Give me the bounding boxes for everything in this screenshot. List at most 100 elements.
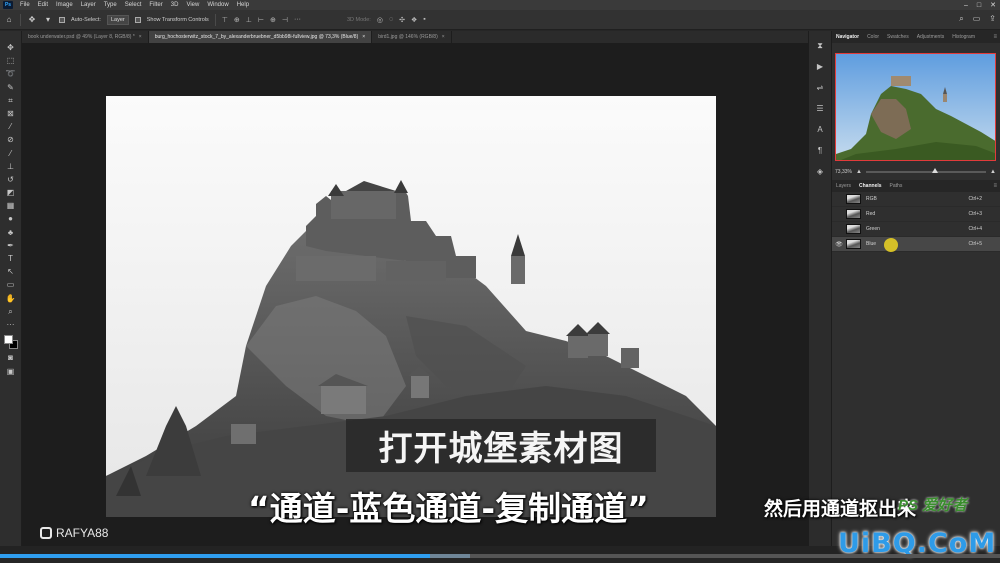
align-top-icon[interactable]: ⊤ — [222, 16, 228, 24]
tab-adjustments[interactable]: Adjustments — [913, 34, 949, 40]
menu-window[interactable]: Window — [203, 2, 232, 8]
channel-row-red[interactable]: Red Ctrl+3 — [832, 207, 1000, 222]
align-hcenter-icon[interactable]: ⊕ — [270, 16, 276, 24]
foreground-color[interactable] — [3, 335, 13, 345]
menu-layer[interactable]: Layer — [77, 2, 100, 8]
menu-select[interactable]: Select — [121, 2, 146, 8]
quick-select-tool-icon[interactable]: ✎ — [5, 83, 17, 92]
adjust-icon[interactable]: ⇌ — [815, 83, 825, 93]
slide-icon[interactable]: ❖ — [411, 16, 417, 24]
move-tool-icon[interactable]: ✥ — [27, 15, 37, 25]
share-icon[interactable]: ⇪ — [989, 14, 996, 24]
menu-image[interactable]: Image — [52, 2, 77, 8]
rectangle-tool-icon[interactable]: ▭ — [5, 280, 17, 289]
tab-paths[interactable]: Paths — [886, 183, 907, 189]
clone-stamp-tool-icon[interactable]: ⊥ — [5, 162, 17, 171]
hand-tool-icon[interactable]: ✋ — [5, 294, 17, 303]
eye-icon[interactable]: 👁 — [835, 241, 843, 248]
history-brush-tool-icon[interactable]: ↺ — [5, 175, 17, 184]
close-icon[interactable]: × — [362, 34, 365, 40]
menu-type[interactable]: Type — [100, 2, 121, 8]
align-bottom-icon[interactable]: ⊥ — [246, 16, 252, 24]
menu-edit[interactable]: Edit — [34, 2, 52, 8]
screen-mode-icon[interactable]: ▣ — [5, 367, 17, 376]
pen-tool-icon[interactable]: ✒ — [5, 241, 17, 250]
marquee-tool-icon[interactable]: ⬚ — [5, 56, 17, 65]
tab-swatches[interactable]: Swatches — [883, 34, 913, 40]
home-icon[interactable]: ⌂ — [4, 15, 14, 25]
more-icon[interactable]: ··· — [294, 16, 301, 24]
align-vcenter-icon[interactable]: ⊕ — [234, 16, 240, 24]
tab-channels[interactable]: Channels — [855, 183, 886, 189]
eyedropper-tool-icon[interactable]: ⁄ — [5, 122, 17, 131]
tab-histogram[interactable]: Histogram — [948, 34, 979, 40]
maximize-icon[interactable]: □ — [977, 2, 981, 9]
zoom-out-icon[interactable]: ▲ — [856, 169, 862, 175]
workspace-icon[interactable]: ▭ — [973, 14, 981, 24]
orbit-icon[interactable]: ◎ — [377, 16, 383, 24]
healing-brush-tool-icon[interactable]: ⊘ — [5, 135, 17, 144]
properties-icon[interactable]: ☰ — [815, 104, 825, 114]
align-right-icon[interactable]: ⊣ — [282, 16, 288, 24]
menu-help[interactable]: Help — [233, 2, 253, 8]
character-icon[interactable]: A — [815, 125, 825, 135]
show-transform-checkbox[interactable] — [134, 16, 141, 23]
zoom-in-icon[interactable]: ▲ — [990, 169, 996, 175]
gradient-tool-icon[interactable]: ▦ — [5, 201, 17, 210]
tab-color[interactable]: Color — [863, 34, 883, 40]
subtitle-line-2: “通道-蓝色通道-复制通道” — [248, 489, 649, 528]
panel-menu-icon[interactable]: ≡ — [993, 34, 997, 40]
navigator-view-box[interactable] — [835, 53, 996, 161]
search-icon[interactable]: ⌕ — [959, 14, 963, 24]
chevron-down-icon[interactable]: ▾ — [43, 15, 53, 25]
history-icon[interactable]: ⧗ — [815, 41, 825, 51]
zoom-slider-knob[interactable] — [931, 168, 938, 173]
auto-select-checkbox[interactable] — [59, 16, 65, 23]
subtitle-line-1: 打开城堡素材图 — [378, 429, 624, 469]
dodge-tool-icon[interactable]: ♣ — [5, 228, 17, 237]
type-tool-icon[interactable]: T — [5, 254, 17, 263]
menu-3d[interactable]: 3D — [167, 2, 183, 8]
panel-menu-icon[interactable]: ≡ — [993, 183, 997, 189]
zoom-slider[interactable] — [865, 168, 987, 173]
roll-icon[interactable]: ◌ — [389, 16, 393, 24]
color-swatches[interactable] — [3, 335, 18, 350]
scale-icon[interactable]: ▪ — [423, 16, 425, 24]
zoom-tool-icon[interactable]: ⌕ — [5, 307, 17, 316]
menu-view[interactable]: View — [182, 2, 203, 8]
align-left-icon[interactable]: ⊢ — [258, 16, 264, 24]
channel-row-green[interactable]: Green Ctrl+4 — [832, 222, 1000, 237]
crop-tool-icon[interactable]: ⌗ — [5, 96, 17, 105]
lasso-tool-icon[interactable]: ➰ — [5, 69, 17, 78]
channel-row-blue[interactable]: 👁 Blue Ctrl+5 — [832, 237, 1000, 252]
tab-bird1[interactable]: bird1.jpg @ 146% (RGB/8) × — [372, 31, 452, 43]
quick-mask-icon[interactable]: ◙ — [5, 353, 17, 362]
channel-row-rgb[interactable]: RGB Ctrl+2 — [832, 192, 1000, 207]
path-selection-tool-icon[interactable]: ↖ — [5, 267, 17, 276]
minimize-icon[interactable]: – — [964, 2, 968, 9]
close-icon[interactable]: × — [442, 34, 445, 40]
blur-tool-icon[interactable]: ● — [5, 214, 17, 223]
menu-filter[interactable]: Filter — [145, 2, 166, 8]
3d-mode-buttons: ◎ ◌ ✣ ❖ ▪ — [377, 16, 426, 24]
video-progress-bar[interactable] — [0, 554, 1000, 558]
actions-icon[interactable]: ▶ — [815, 62, 825, 72]
more-tools-icon[interactable]: ··· — [5, 320, 17, 329]
auto-select-dropdown[interactable]: Layer — [106, 14, 129, 25]
close-icon[interactable]: ✕ — [990, 1, 996, 9]
navigator-preview[interactable] — [835, 53, 996, 161]
tab-navigator[interactable]: Navigator — [832, 34, 863, 40]
frame-tool-icon[interactable]: ⊠ — [5, 109, 17, 118]
eraser-tool-icon[interactable]: ◩ — [5, 188, 17, 197]
paragraph-icon[interactable]: ¶ — [815, 146, 825, 156]
zoom-value[interactable]: 73,33% — [835, 169, 852, 175]
move-tool-icon[interactable]: ✥ — [5, 43, 17, 52]
tab-burg-hochosterwitz[interactable]: burg_hochosterwitz_stock_7_by_alexanderb… — [148, 31, 373, 43]
pan-icon[interactable]: ✣ — [399, 16, 405, 24]
libraries-icon[interactable]: ◈ — [815, 167, 825, 177]
tab-layers[interactable]: Layers — [832, 183, 855, 189]
tab-book-underwater[interactable]: book underwater.psd @ 49% (Layer 8, RGB/… — [22, 31, 149, 43]
menu-file[interactable]: File — [16, 2, 34, 8]
close-icon[interactable]: × — [139, 34, 142, 40]
brush-tool-icon[interactable]: ⁄ — [5, 149, 17, 158]
